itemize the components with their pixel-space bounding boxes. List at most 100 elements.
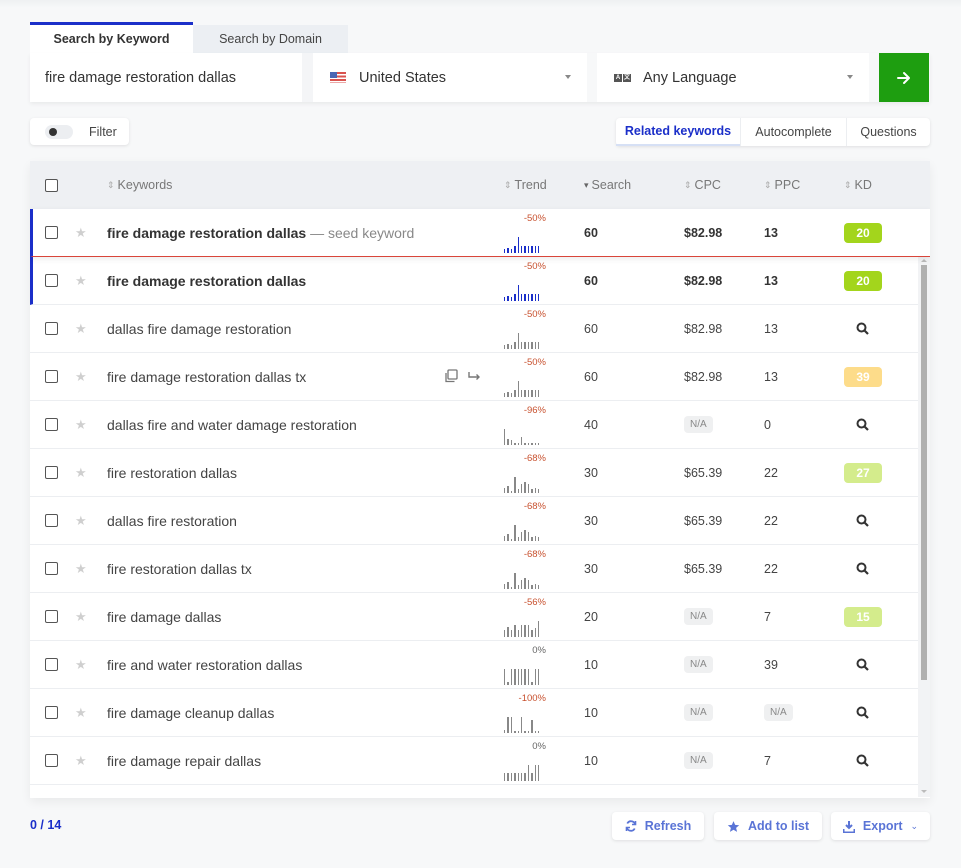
ppc-value: 0	[764, 417, 771, 432]
table-row[interactable]: ★ fire damage cleanup dallas -100% 10 N/A N/A	[30, 689, 930, 737]
copy-icon[interactable]	[444, 369, 458, 383]
trend-bar	[520, 773, 523, 781]
ppc-value: 13	[764, 225, 778, 240]
keyword-link[interactable]: fire damage restoration dallas tx	[107, 369, 306, 385]
row-checkbox[interactable]	[45, 322, 58, 335]
column-header-ppc[interactable]: ⇕ PPC	[764, 178, 800, 192]
table-row[interactable]: ★ dallas fire restoration -68% 30 $65.39 22	[30, 497, 930, 545]
tab-autocomplete[interactable]: Autocomplete	[740, 118, 846, 146]
table-row[interactable]: ★ fire damage restoration dallas tx -50% 60…	[30, 353, 930, 401]
keyword-link[interactable]: fire and water restoration dallas	[107, 657, 302, 673]
tab-related-keywords[interactable]: Related keywords	[616, 118, 740, 146]
table-row[interactable]: ★ fire restoration dallas tx -68% 30 $65.39 2…	[30, 545, 930, 593]
star-icon[interactable]: ★	[75, 417, 87, 433]
column-header-cpc[interactable]: ⇕ CPC	[684, 178, 721, 192]
open-keyword-icon[interactable]	[468, 369, 482, 383]
row-checkbox[interactable]	[45, 418, 58, 431]
add-to-list-button[interactable]: Add to list	[714, 812, 822, 840]
row-checkbox[interactable]	[45, 466, 58, 479]
keyword-link[interactable]: dallas fire damage restoration	[107, 321, 291, 337]
table-body: ★ fire damage restoration dallas — seed k…	[30, 209, 930, 785]
keyword-link[interactable]: fire restoration dallas tx	[107, 561, 252, 577]
scroll-up-arrow-icon[interactable]	[921, 259, 927, 262]
export-button[interactable]: Export ⌄	[831, 812, 930, 840]
row-checkbox[interactable]	[45, 610, 58, 623]
tab-search-by-keyword[interactable]: Search by Keyword	[30, 22, 193, 53]
keyword-input[interactable]	[30, 53, 302, 102]
keyword-link[interactable]: fire damage cleanup dallas	[107, 705, 274, 721]
keyword-link[interactable]: fire damage restoration dallas — seed ke…	[107, 225, 414, 241]
country-select[interactable]: United States	[313, 53, 587, 102]
star-icon[interactable]: ★	[75, 321, 87, 337]
seed-keyword-row[interactable]: ★ fire damage restoration dallas — seed k…	[30, 209, 930, 257]
star-icon[interactable]: ★	[75, 513, 87, 529]
trend-bar	[534, 342, 536, 349]
column-header-kd[interactable]: ⇕ KD	[844, 178, 872, 192]
trend-bar	[531, 585, 533, 589]
keyword-link[interactable]: fire damage dallas	[107, 609, 221, 625]
table-row[interactable]: ★ fire damage restoration dallas -50% 60 $82…	[30, 257, 930, 305]
keyword-link[interactable]: fire restoration dallas	[107, 465, 237, 481]
select-all-checkbox[interactable]	[45, 178, 58, 192]
search-icon[interactable]	[856, 322, 870, 336]
row-checkbox[interactable]	[45, 658, 58, 671]
star-icon[interactable]: ★	[75, 465, 87, 481]
trend-bar	[514, 669, 516, 685]
language-select[interactable]: A文 Any Language	[597, 53, 869, 102]
scroll-down-arrow-icon[interactable]	[921, 790, 927, 793]
trend-bar	[514, 731, 516, 733]
search-icon[interactable]	[856, 562, 870, 576]
star-icon[interactable]: ★	[75, 273, 87, 289]
search-icon[interactable]	[856, 418, 870, 432]
sort-icon: ⇕	[684, 179, 692, 190]
toggle-switch[interactable]	[45, 124, 73, 139]
table-row[interactable]: ★ fire damage dallas -56% 20 N/A 7 15	[30, 593, 930, 641]
column-header-keywords[interactable]: ⇕ Keywords	[107, 178, 172, 192]
keyword-link[interactable]: dallas fire restoration	[107, 513, 237, 529]
tab-questions[interactable]: Questions	[846, 118, 930, 146]
column-header-search[interactable]: ▾ Search	[584, 178, 631, 192]
keyword-link[interactable]: fire damage restoration dallas	[107, 273, 306, 289]
keyword-link[interactable]: dallas fire and water damage restoration	[107, 417, 357, 433]
row-checkbox[interactable]	[45, 706, 58, 719]
trend-bar	[524, 530, 526, 541]
scroll-thumb[interactable]	[921, 265, 927, 680]
trend-bar	[504, 297, 506, 301]
table-row[interactable]: ★ fire restoration dallas -68% 30 $65.39 22 27	[30, 449, 930, 497]
row-checkbox[interactable]	[45, 754, 58, 767]
table-row[interactable]: ★ fire and water restoration dallas 0% 10 N/…	[30, 641, 930, 689]
search-icon[interactable]	[856, 706, 870, 720]
keyword-text: fire restoration dallas tx	[107, 560, 252, 577]
search-go-button[interactable]	[879, 53, 929, 102]
search-icon[interactable]	[856, 514, 870, 528]
ppc-value: 22	[764, 465, 778, 480]
star-icon[interactable]: ★	[75, 369, 87, 385]
star-icon[interactable]: ★	[75, 657, 87, 673]
table-row[interactable]: ★ dallas fire damage restoration -50% 60 $82…	[30, 305, 930, 353]
row-checkbox[interactable]	[45, 370, 58, 383]
row-checkbox[interactable]	[45, 274, 58, 287]
star-icon[interactable]: ★	[75, 609, 87, 625]
table-scrollbar[interactable]	[918, 257, 930, 797]
trend-bar	[507, 773, 509, 781]
column-header-trend[interactable]: ⇕ Trend	[504, 178, 547, 192]
star-icon[interactable]: ★	[75, 561, 87, 577]
table-row[interactable]: ★ dallas fire and water damage restoratio…	[30, 401, 930, 449]
trend-bar	[520, 294, 523, 301]
row-checkbox[interactable]	[45, 226, 58, 239]
star-icon[interactable]: ★	[75, 225, 87, 241]
row-checkbox[interactable]	[45, 562, 58, 575]
column-label: PPC	[774, 178, 801, 192]
star-icon[interactable]: ★	[75, 705, 87, 721]
refresh-button[interactable]: Refresh	[612, 812, 704, 840]
trend-bar	[507, 392, 509, 397]
trend-bar	[527, 669, 530, 685]
keyword-link[interactable]: fire damage repair dallas	[107, 753, 261, 769]
row-checkbox[interactable]	[45, 514, 58, 527]
tab-search-by-domain[interactable]: Search by Domain	[193, 25, 348, 53]
star-icon[interactable]: ★	[75, 753, 87, 769]
table-row[interactable]: ★ fire damage repair dallas 0% 10 N/A 7	[30, 737, 930, 785]
search-icon[interactable]	[856, 754, 870, 768]
filter-toggle-button[interactable]: Filter	[30, 118, 129, 145]
search-icon[interactable]	[856, 658, 870, 672]
